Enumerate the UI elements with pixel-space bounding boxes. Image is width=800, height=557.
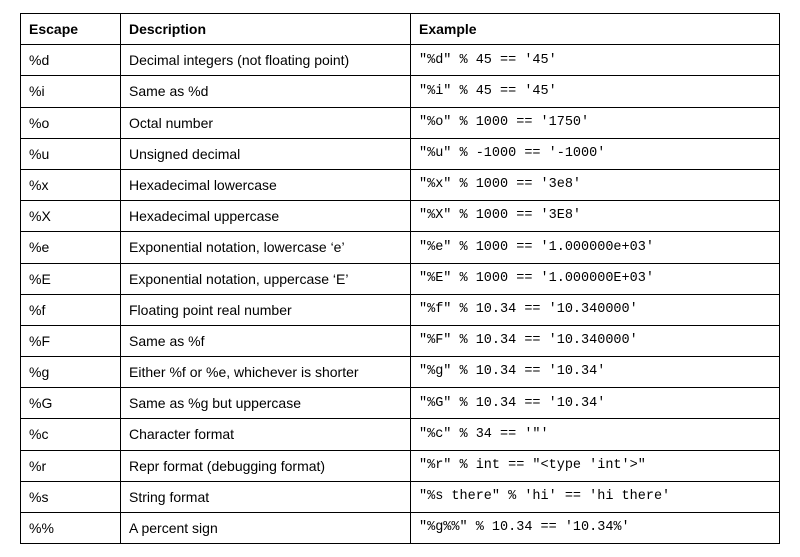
cell-escape: %g xyxy=(21,357,121,388)
table-row: %x Hexadecimal lowercase "%x" % 1000 == … xyxy=(21,169,780,200)
cell-example: "%u" % -1000 == '-1000' xyxy=(411,138,780,169)
cell-escape: %% xyxy=(21,513,121,544)
table-row: %u Unsigned decimal "%u" % -1000 == '-10… xyxy=(21,138,780,169)
cell-description: String format xyxy=(121,481,411,512)
cell-example: "%o" % 1000 == '1750' xyxy=(411,107,780,138)
table-header-row: Escape Description Example xyxy=(21,14,780,45)
col-header-example: Example xyxy=(411,14,780,45)
cell-description: Octal number xyxy=(121,107,411,138)
table-row: %F Same as %f "%F" % 10.34 == '10.340000… xyxy=(21,325,780,356)
table-row: %o Octal number "%o" % 1000 == '1750' xyxy=(21,107,780,138)
table-row: %G Same as %g but uppercase "%G" % 10.34… xyxy=(21,388,780,419)
cell-escape: %x xyxy=(21,169,121,200)
cell-description: Same as %f xyxy=(121,325,411,356)
cell-example: "%s there" % 'hi' == 'hi there' xyxy=(411,481,780,512)
table-row: %e Exponential notation, lowercase ‘e’ "… xyxy=(21,232,780,263)
cell-description: Either %f or %e, whichever is shorter xyxy=(121,357,411,388)
cell-description: Unsigned decimal xyxy=(121,138,411,169)
format-escapes-table: Escape Description Example %d Decimal in… xyxy=(20,13,780,544)
cell-description: Repr format (debugging format) xyxy=(121,450,411,481)
cell-escape: %u xyxy=(21,138,121,169)
cell-description: Hexadecimal uppercase xyxy=(121,201,411,232)
table-row: %i Same as %d "%i" % 45 == '45' xyxy=(21,76,780,107)
cell-description: Decimal integers (not floating point) xyxy=(121,45,411,76)
cell-example: "%r" % int == "<type 'int'>" xyxy=(411,450,780,481)
cell-description: Same as %d xyxy=(121,76,411,107)
table-row: %X Hexadecimal uppercase "%X" % 1000 == … xyxy=(21,201,780,232)
cell-description: A percent sign xyxy=(121,513,411,544)
cell-description: Exponential notation, lowercase ‘e’ xyxy=(121,232,411,263)
cell-example: "%e" % 1000 == '1.000000e+03' xyxy=(411,232,780,263)
cell-escape: %c xyxy=(21,419,121,450)
cell-example: "%c" % 34 == '"' xyxy=(411,419,780,450)
cell-escape: %f xyxy=(21,294,121,325)
cell-example: "%g%%" % 10.34 == '10.34%' xyxy=(411,513,780,544)
cell-escape: %d xyxy=(21,45,121,76)
cell-description: Same as %g but uppercase xyxy=(121,388,411,419)
cell-example: "%E" % 1000 == '1.000000E+03' xyxy=(411,263,780,294)
cell-escape: %r xyxy=(21,450,121,481)
table-row: %r Repr format (debugging format) "%r" %… xyxy=(21,450,780,481)
cell-escape: %e xyxy=(21,232,121,263)
cell-example: "%G" % 10.34 == '10.34' xyxy=(411,388,780,419)
table-row: %s String format "%s there" % 'hi' == 'h… xyxy=(21,481,780,512)
cell-example: "%X" % 1000 == '3E8' xyxy=(411,201,780,232)
cell-escape: %E xyxy=(21,263,121,294)
cell-escape: %G xyxy=(21,388,121,419)
cell-description: Hexadecimal lowercase xyxy=(121,169,411,200)
table-row: %c Character format "%c" % 34 == '"' xyxy=(21,419,780,450)
table-row: %% A percent sign "%g%%" % 10.34 == '10.… xyxy=(21,513,780,544)
cell-escape: %X xyxy=(21,201,121,232)
table-row: %E Exponential notation, uppercase ‘E’ "… xyxy=(21,263,780,294)
col-header-escape: Escape xyxy=(21,14,121,45)
cell-description: Exponential notation, uppercase ‘E’ xyxy=(121,263,411,294)
cell-escape: %o xyxy=(21,107,121,138)
table-row: %d Decimal integers (not floating point)… xyxy=(21,45,780,76)
cell-example: "%f" % 10.34 == '10.340000' xyxy=(411,294,780,325)
cell-escape: %s xyxy=(21,481,121,512)
cell-example: "%i" % 45 == '45' xyxy=(411,76,780,107)
cell-escape: %F xyxy=(21,325,121,356)
cell-example: "%x" % 1000 == '3e8' xyxy=(411,169,780,200)
cell-escape: %i xyxy=(21,76,121,107)
table-row: %f Floating point real number "%f" % 10.… xyxy=(21,294,780,325)
col-header-description: Description xyxy=(121,14,411,45)
cell-example: "%d" % 45 == '45' xyxy=(411,45,780,76)
cell-example: "%F" % 10.34 == '10.340000' xyxy=(411,325,780,356)
cell-description: Character format xyxy=(121,419,411,450)
cell-example: "%g" % 10.34 == '10.34' xyxy=(411,357,780,388)
cell-description: Floating point real number xyxy=(121,294,411,325)
table-row: %g Either %f or %e, whichever is shorter… xyxy=(21,357,780,388)
